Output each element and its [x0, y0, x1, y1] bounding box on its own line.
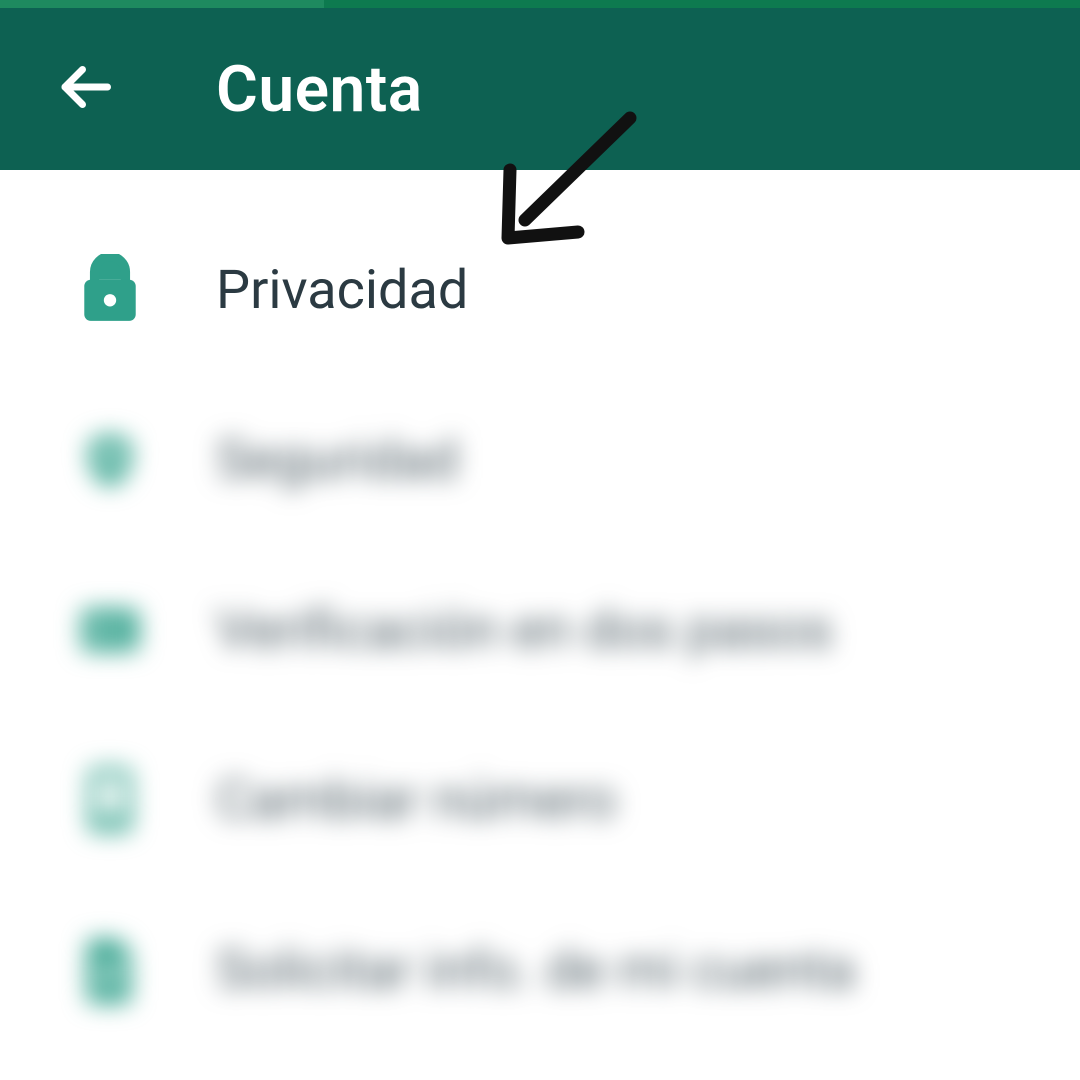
settings-item-security[interactable]: Seguridad: [0, 375, 1080, 545]
page-title: Cuenta: [216, 52, 423, 127]
settings-item-change-number[interactable]: Cambiar número: [0, 715, 1080, 885]
settings-item-request-info[interactable]: Solicitar info. de mi cuenta: [0, 885, 1080, 1055]
settings-item-label: Cambiar número: [216, 769, 617, 832]
settings-item-label: Verificación en dos pasos: [216, 599, 833, 662]
back-button[interactable]: [50, 54, 120, 124]
app-bar: Cuenta: [0, 8, 1080, 170]
badge-icon: [70, 606, 150, 654]
settings-item-label: Seguridad: [216, 429, 459, 492]
settings-list: Privacidad Seguridad Verificación en dos…: [0, 170, 1080, 1055]
arrow-left-icon: [55, 57, 115, 121]
phone-icon: [70, 765, 150, 835]
settings-item-label: Solicitar info. de mi cuenta: [216, 939, 855, 1002]
status-bar: [0, 0, 1080, 8]
settings-item-two-step[interactable]: Verificación en dos pasos: [0, 545, 1080, 715]
lock-icon: [70, 254, 150, 326]
settings-item-label: Privacidad: [216, 259, 468, 322]
settings-item-privacy[interactable]: Privacidad: [0, 205, 1080, 375]
document-icon: [70, 937, 150, 1003]
shield-icon: [70, 429, 150, 491]
